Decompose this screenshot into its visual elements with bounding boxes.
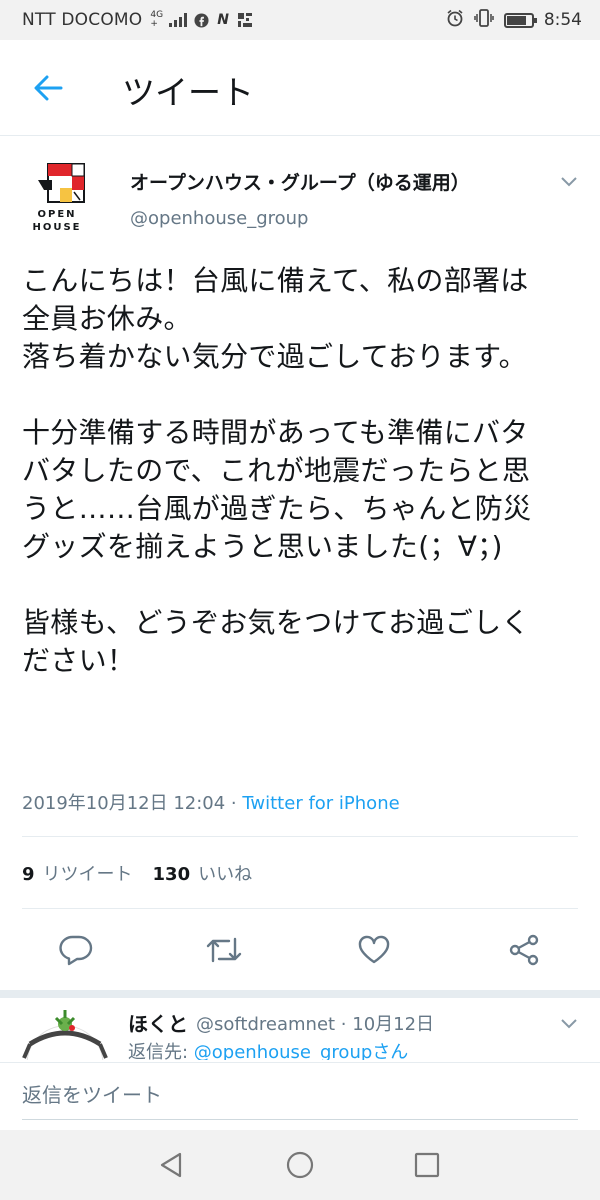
reply-item[interactable]: ほくと @softdreamnet · 10月12日 返信先: @openhou… <box>0 1004 600 1060</box>
system-nav-bar <box>0 1130 600 1200</box>
reply-handle-date[interactable]: @softdreamnet · 10月12日 <box>196 1010 434 1036</box>
page-title: ツイート <box>122 73 254 112</box>
arrow-left-icon[interactable] <box>30 70 66 106</box>
divider <box>22 908 578 909</box>
tweet-timestamp: 2019年10月12日 12:04 · <box>22 793 243 814</box>
tweet-meta: 2019年10月12日 12:04 · Twitter for iPhone <box>22 789 400 815</box>
divider <box>22 836 578 837</box>
tweet-source-link[interactable]: Twitter for iPhone <box>242 793 399 814</box>
carrier-label: NTT DOCOMO <box>22 10 143 30</box>
signal-icon <box>169 13 188 27</box>
avatar[interactable]: OPEN HOUSE <box>20 162 94 238</box>
openhouse-logo-icon <box>38 163 85 203</box>
network-type: 4G + <box>150 10 164 29</box>
app-grid-icon <box>237 12 253 28</box>
reply-to-link[interactable]: @openhouse_groupさん <box>194 1042 408 1060</box>
share-icon[interactable] <box>502 928 546 972</box>
status-bar: NTT DOCOMO 4G + N 8:54 <box>0 0 600 40</box>
recents-square-icon[interactable] <box>410 1148 444 1182</box>
reply-input[interactable]: 返信をツイート <box>22 1079 162 1108</box>
back-triangle-icon[interactable] <box>154 1148 188 1182</box>
facebook-icon <box>193 12 209 28</box>
input-underline <box>22 1119 578 1120</box>
clock-time: 8:54 <box>543 10 582 30</box>
tweet-text: こんにちは！台風に備えて、私の部署は 全員お休み。 落ち着かない気分で過ごしてお… <box>22 264 532 677</box>
reply-icon[interactable] <box>54 928 98 972</box>
reply-composer: 返信をツイート <box>0 1062 600 1130</box>
user-handle[interactable]: @openhouse_group <box>130 208 308 229</box>
heart-icon[interactable] <box>352 928 396 972</box>
avatar[interactable] <box>20 1004 110 1060</box>
chevron-down-icon[interactable] <box>558 1012 580 1034</box>
top-header: ツイート <box>0 40 600 136</box>
tweet-author: OPEN HOUSE オープンハウス・グループ（ゆる運用） @openhouse… <box>20 160 580 240</box>
tweet-stats: 9 リツイート 130 いいね <box>22 860 252 886</box>
reply-to: 返信先: @openhouse_groupさん <box>128 1038 408 1060</box>
vibrate-icon <box>474 8 494 32</box>
alarm-icon <box>446 9 464 32</box>
chevron-down-icon[interactable] <box>558 170 580 192</box>
tweet-actions <box>0 928 600 976</box>
retweet-icon[interactable] <box>202 928 246 972</box>
battery-icon <box>503 12 537 28</box>
like-stat[interactable]: 130 いいね <box>153 860 253 886</box>
news-n-icon: N <box>217 12 229 28</box>
section-divider <box>0 990 600 998</box>
display-name[interactable]: オープンハウス・グループ（ゆる運用） <box>130 168 470 195</box>
avatar-logo-text: OPEN HOUSE <box>32 209 82 233</box>
reply-author-name[interactable]: ほくと <box>128 1008 188 1037</box>
retweet-stat[interactable]: 9 リツイート <box>22 860 133 886</box>
home-circle-icon[interactable] <box>283 1148 317 1182</box>
